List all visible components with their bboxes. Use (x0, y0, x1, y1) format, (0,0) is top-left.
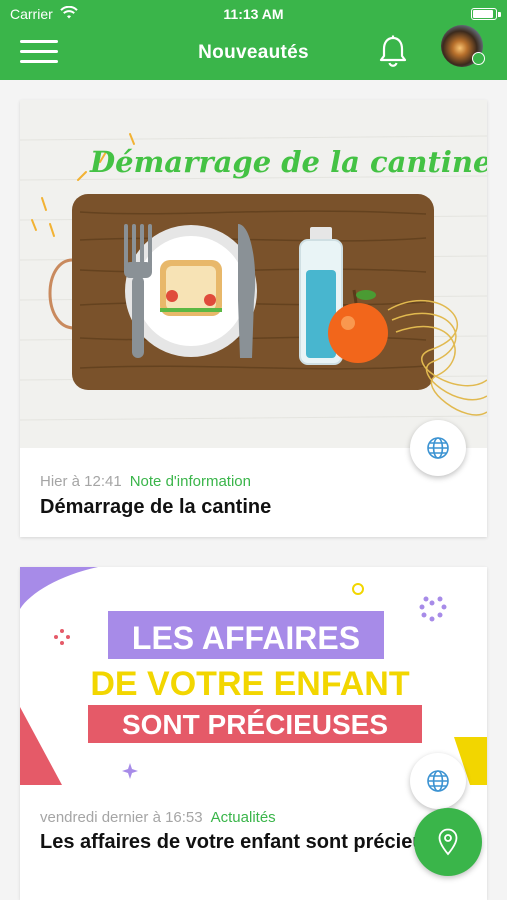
translate-button[interactable] (410, 420, 466, 476)
cantine-image-title: Démarrage de la cantine (89, 145, 487, 179)
map-fab-button[interactable] (414, 808, 482, 876)
card-meta: Hier à 12:41 Note d'information (40, 473, 251, 490)
status-time: 11:13 AM (223, 6, 284, 22)
globe-icon (427, 770, 449, 792)
banner-line-3: SONT PRÉCIEUSES (122, 709, 388, 740)
card-title[interactable]: Les affaires de votre enfant sont précie… (40, 829, 467, 855)
status-bar: Carrier 11:13 AM (0, 0, 507, 28)
app-header: Nouveautés (0, 25, 507, 80)
card-meta: vendredi dernier à 16:53 Actualités (40, 809, 276, 826)
banner-line-2: DE VOTRE ENFANT (90, 665, 409, 703)
card-category: Note d'information (129, 473, 251, 490)
online-status-dot (472, 52, 485, 65)
globe-icon (427, 437, 449, 459)
card-category: Actualités (210, 809, 276, 826)
banner-line-1: LES AFFAIRES (132, 620, 360, 656)
card-image-cantine: Démarrage de la cantine (20, 100, 487, 448)
battery-icon (471, 8, 497, 20)
bell-icon (379, 35, 407, 67)
notifications-button[interactable] (377, 34, 409, 70)
map-pin-icon (438, 828, 458, 856)
news-card[interactable]: Démarrage de la cantine Hier à 12:41 Note… (20, 100, 487, 537)
card-image-affaires: LES AFFAIRES DE VOTRE ENFANT SONT PRÉCIE… (20, 567, 487, 785)
card-date: vendredi dernier à 16:53 (40, 809, 203, 826)
page-title: Nouveautés (198, 42, 309, 63)
translate-button[interactable] (410, 753, 466, 809)
card-date: Hier à 12:41 (40, 473, 122, 490)
avatar[interactable] (441, 25, 485, 67)
card-title[interactable]: Démarrage de la cantine (40, 494, 467, 520)
battery-tip (498, 12, 501, 17)
